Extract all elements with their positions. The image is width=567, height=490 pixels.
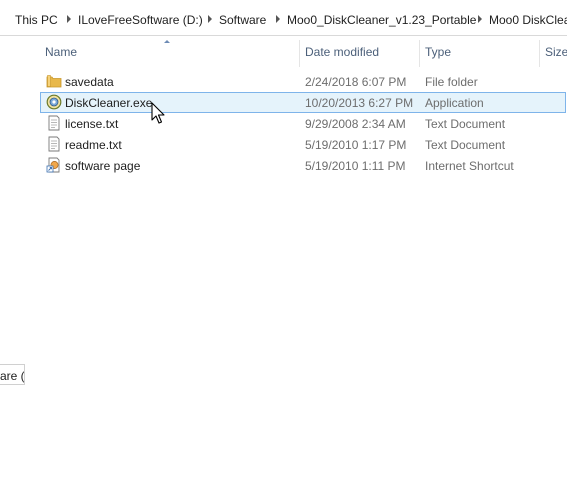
file-row-readme-txt[interactable]: readme.txt 5/19/2010 1:17 PM Text Docume… bbox=[40, 134, 566, 155]
column-header-name[interactable]: Name bbox=[45, 45, 77, 61]
breadcrumb-separator-icon[interactable] bbox=[208, 15, 212, 23]
file-type: Application bbox=[425, 96, 484, 110]
breadcrumb-this-pc[interactable]: This PC bbox=[15, 13, 58, 27]
navigation-pane[interactable] bbox=[0, 36, 29, 490]
column-divider[interactable] bbox=[419, 40, 420, 67]
text-document-icon bbox=[48, 115, 60, 131]
mouse-pointer-icon bbox=[151, 102, 165, 124]
breadcrumb-separator-icon[interactable] bbox=[276, 15, 280, 23]
file-name: software page bbox=[65, 159, 141, 173]
file-date-modified: 9/29/2008 2:34 AM bbox=[305, 117, 406, 131]
breadcrumb-moo0-diskcleaner[interactable]: Moo0 DiskClea bbox=[489, 13, 567, 27]
column-header-size[interactable]: Size bbox=[545, 45, 567, 61]
file-name: readme.txt bbox=[65, 138, 122, 152]
file-name: savedata bbox=[65, 75, 114, 89]
breadcrumb-moo0-portable[interactable]: Moo0_DiskCleaner_v1.23_Portable bbox=[287, 13, 476, 27]
file-date-modified: 5/19/2010 1:17 PM bbox=[305, 138, 407, 152]
column-divider[interactable] bbox=[299, 40, 300, 67]
column-divider[interactable] bbox=[539, 40, 540, 67]
file-date-modified: 2/24/2018 6:07 PM bbox=[305, 75, 407, 89]
file-row-savedata[interactable]: savedata 2/24/2018 6:07 PM File folder bbox=[40, 71, 566, 92]
nav-item-drive[interactable]: are (D bbox=[0, 364, 25, 385]
breadcrumb-separator-icon[interactable] bbox=[478, 15, 482, 23]
file-type: Text Document bbox=[425, 117, 506, 131]
breadcrumb-software[interactable]: Software bbox=[219, 13, 266, 27]
internet-shortcut-icon bbox=[46, 157, 60, 173]
file-name: DiskCleaner.exe bbox=[65, 96, 153, 110]
address-bar[interactable]: This PC ILoveFreeSoftware (D:) Software … bbox=[0, 0, 567, 36]
file-row-diskcleaner-exe[interactable]: DiskCleaner.exe 10/20/2013 6:27 PM Appli… bbox=[40, 92, 566, 113]
file-type: File folder bbox=[425, 75, 478, 89]
application-icon bbox=[46, 94, 62, 110]
nav-item-label: are (D bbox=[0, 369, 25, 383]
breadcrumb-separator-icon[interactable] bbox=[67, 15, 71, 23]
breadcrumb-drive[interactable]: ILoveFreeSoftware (D:) bbox=[78, 13, 203, 27]
text-document-icon bbox=[48, 136, 60, 152]
column-header-type[interactable]: Type bbox=[425, 45, 451, 61]
file-date-modified: 10/20/2013 6:27 PM bbox=[305, 96, 414, 110]
file-type: Text Document bbox=[425, 138, 506, 152]
file-name: license.txt bbox=[65, 117, 119, 131]
file-row-license-txt[interactable]: license.txt 9/29/2008 2:34 AM Text Docum… bbox=[40, 113, 566, 134]
sort-ascending-icon bbox=[164, 40, 170, 43]
file-date-modified: 5/19/2010 1:11 PM bbox=[305, 159, 406, 173]
column-header-date-modified[interactable]: Date modified bbox=[305, 45, 379, 61]
file-type: Internet Shortcut bbox=[425, 159, 514, 173]
folder-icon bbox=[46, 75, 62, 88]
file-row-software-page[interactable]: software page 5/19/2010 1:11 PM Internet… bbox=[40, 155, 566, 176]
